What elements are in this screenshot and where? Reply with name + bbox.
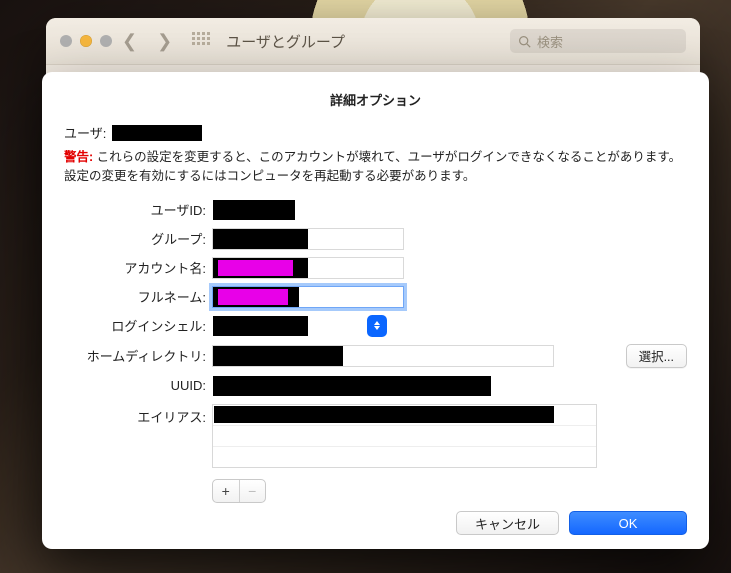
full-name-field[interactable] bbox=[212, 286, 597, 308]
close-window-button[interactable] bbox=[60, 35, 72, 47]
group-field[interactable] bbox=[212, 228, 597, 250]
alias-row-redacted bbox=[214, 406, 554, 423]
add-alias-button[interactable]: + bbox=[213, 480, 239, 502]
uuid-label: UUID: bbox=[64, 378, 212, 393]
search-placeholder: 検索 bbox=[537, 32, 563, 51]
group-label: グループ: bbox=[64, 229, 212, 248]
sheet-footer: キャンセル OK bbox=[456, 511, 687, 535]
aliases-list[interactable] bbox=[212, 404, 597, 468]
user-id-redacted bbox=[213, 200, 295, 220]
account-name-highlight bbox=[218, 260, 293, 276]
login-shell-redacted bbox=[213, 316, 308, 336]
login-shell-dropdown-icon[interactable] bbox=[367, 315, 387, 337]
back-button[interactable]: ❮ bbox=[112, 31, 147, 52]
cancel-button[interactable]: キャンセル bbox=[456, 511, 559, 535]
forward-button[interactable]: ❯ bbox=[147, 31, 182, 52]
user-row: ユーザ: bbox=[64, 123, 687, 142]
warning-row: 警告: これらの設定を変更すると、このアカウントが壊れて、ユーザがログインできな… bbox=[64, 148, 687, 187]
uuid-value bbox=[212, 375, 597, 397]
group-redacted bbox=[213, 229, 308, 249]
account-name-label: アカウント名: bbox=[64, 258, 212, 277]
window-controls bbox=[60, 35, 112, 47]
user-id-value bbox=[212, 199, 597, 221]
aliases-label: エイリアス: bbox=[64, 404, 212, 426]
alias-row-empty[interactable] bbox=[213, 425, 596, 446]
warning-label: 警告: bbox=[64, 150, 93, 164]
alias-row-empty[interactable] bbox=[213, 446, 596, 467]
sheet-title: 詳細オプション bbox=[64, 90, 687, 109]
search-field[interactable]: 検索 bbox=[510, 29, 686, 53]
full-name-highlight bbox=[218, 289, 288, 305]
remove-alias-button[interactable]: − bbox=[239, 480, 266, 502]
ok-button[interactable]: OK bbox=[569, 511, 687, 535]
account-name-field[interactable] bbox=[212, 257, 597, 279]
home-dir-label: ホームディレクトリ: bbox=[64, 346, 212, 365]
window-toolbar: ❮ ❯ ユーザとグループ 検索 bbox=[46, 18, 700, 65]
uuid-redacted bbox=[213, 376, 491, 396]
minimize-window-button[interactable] bbox=[80, 35, 92, 47]
user-label: ユーザ: bbox=[64, 123, 106, 142]
form: ユーザID: グループ: アカウント名: フルネーム: ログインシェル: bbox=[64, 199, 687, 503]
home-dir-redacted bbox=[213, 346, 343, 366]
window-title: ユーザとグループ bbox=[226, 31, 345, 52]
login-shell-label: ログインシェル: bbox=[64, 316, 212, 335]
zoom-window-button[interactable] bbox=[100, 35, 112, 47]
home-dir-field[interactable] bbox=[212, 345, 597, 367]
search-icon bbox=[518, 35, 531, 48]
user-value-redacted bbox=[112, 125, 202, 141]
user-id-label: ユーザID: bbox=[64, 200, 212, 219]
aliases-add-remove: + − bbox=[212, 479, 266, 503]
warning-text: これらの設定を変更すると、このアカウントが壊れて、ユーザがログインできなくなるこ… bbox=[64, 150, 681, 183]
show-all-prefs-icon[interactable] bbox=[192, 32, 210, 50]
login-shell-field[interactable] bbox=[212, 315, 387, 337]
choose-home-dir-button[interactable]: 選択... bbox=[626, 344, 687, 368]
advanced-options-sheet: 詳細オプション ユーザ: 警告: これらの設定を変更すると、このアカウントが壊れ… bbox=[42, 72, 709, 549]
full-name-label: フルネーム: bbox=[64, 287, 212, 306]
